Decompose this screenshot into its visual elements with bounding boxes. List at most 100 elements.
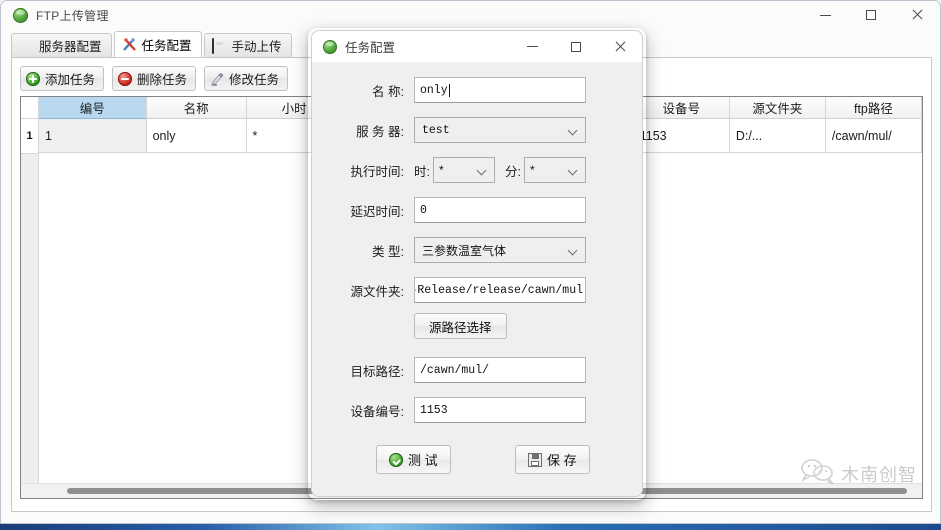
table-cell[interactable]: /cawn/mul/ bbox=[825, 119, 922, 153]
minimize-icon bbox=[819, 14, 831, 16]
delete-circle-icon bbox=[118, 71, 133, 86]
target-input[interactable]: /cawn/mul/ bbox=[414, 357, 586, 383]
device-label: 设备编号: bbox=[350, 404, 404, 419]
table-row-headers: 1 bbox=[21, 119, 39, 483]
browse-source-button[interactable]: 源路径选择 bbox=[414, 313, 507, 339]
add-circle-icon bbox=[26, 71, 40, 86]
field-row-name: 名 称: only bbox=[312, 76, 642, 104]
delete-task-label: 删除任务 bbox=[137, 73, 188, 87]
test-button-label: 测 试 bbox=[408, 453, 438, 468]
device-input-value: 1153 bbox=[420, 403, 448, 417]
dialog-minimize-button[interactable] bbox=[510, 31, 554, 62]
dialog-window-controls bbox=[510, 31, 642, 62]
edit-task-button[interactable]: 修改任务 bbox=[204, 66, 289, 91]
chevron-down-icon bbox=[569, 127, 577, 135]
table-cell[interactable]: D:/... bbox=[729, 119, 826, 153]
table-header-cell[interactable]: 名称 bbox=[146, 97, 247, 119]
target-input-value: /cawn/mul/ bbox=[420, 363, 490, 377]
maximize-icon bbox=[866, 10, 876, 20]
tab-label: 服务器配置 bbox=[39, 40, 102, 54]
field-row-target: 目标路径: /cawn/mul/ bbox=[312, 356, 642, 384]
maximize-button[interactable] bbox=[848, 1, 894, 29]
minute-label: 分: bbox=[504, 164, 521, 179]
dialog-titlebar: 任务配置 bbox=[312, 31, 642, 62]
table-cell[interactable]: only bbox=[146, 119, 247, 153]
table-cell[interactable]: 1 bbox=[39, 119, 147, 153]
field-row-browse: 源路径选择 bbox=[312, 312, 642, 340]
table-header-cell[interactable]: ftp路径 bbox=[825, 97, 922, 119]
tab-label: 手动上传 bbox=[231, 40, 282, 54]
chevron-down-icon bbox=[569, 247, 577, 255]
delay-input-value: 0 bbox=[420, 203, 427, 217]
minute-select[interactable]: * bbox=[523, 157, 586, 183]
table-header-cell[interactable]: 设备号 bbox=[633, 97, 730, 119]
server-select[interactable]: test bbox=[414, 117, 586, 143]
window-controls bbox=[802, 1, 940, 29]
tab-manual-upload[interactable]: 手动上传 bbox=[203, 33, 292, 57]
chevron-down-icon bbox=[569, 167, 577, 175]
browse-source-label: 源路径选择 bbox=[429, 320, 492, 335]
dialog-maximize-button[interactable] bbox=[554, 31, 598, 62]
save-button-label: 保 存 bbox=[547, 453, 577, 468]
table-header-cell[interactable]: 源文件夹 bbox=[729, 97, 826, 119]
minute-select-value: * bbox=[529, 163, 535, 177]
table-row-header[interactable]: 1 bbox=[21, 119, 38, 154]
delay-input[interactable]: 0 bbox=[414, 197, 586, 223]
target-label: 目标路径: bbox=[350, 364, 404, 379]
tab-server-config[interactable]: 服务器配置 bbox=[11, 33, 112, 57]
globe-icon bbox=[323, 39, 337, 54]
field-row-server: 服 务 器: test bbox=[312, 116, 642, 144]
toolbar: 添加任务 删除任务 修改任务 bbox=[20, 66, 289, 91]
name-input-value: only bbox=[420, 83, 448, 97]
type-select-value: 三参数温室气体 bbox=[422, 243, 507, 258]
minimize-button[interactable] bbox=[802, 1, 848, 29]
field-row-type: 类 型: 三参数温室气体 bbox=[312, 236, 642, 264]
table-cell[interactable]: 1153 bbox=[633, 119, 730, 153]
check-circle-icon bbox=[389, 452, 403, 467]
hour-label: 时: bbox=[414, 164, 430, 179]
delay-label: 延迟时间: bbox=[350, 204, 404, 219]
text-caret bbox=[448, 83, 450, 97]
close-icon bbox=[614, 41, 626, 53]
source-input[interactable]: bit-Release/release/cawn/mul bbox=[414, 277, 586, 303]
type-select[interactable]: 三参数温室气体 bbox=[414, 237, 586, 263]
edit-pencil-icon bbox=[210, 72, 224, 86]
device-input[interactable]: 1153 bbox=[414, 397, 586, 423]
source-label: 源文件夹: bbox=[350, 284, 404, 299]
window-title: FTP上传管理 bbox=[36, 8, 109, 23]
field-row-delay: 延迟时间: 0 bbox=[312, 196, 642, 224]
task-config-dialog: 任务配置 名 称: only 服 务 器: test 执行时间: 时: * 分:… bbox=[311, 30, 643, 497]
hour-select[interactable]: * bbox=[432, 157, 495, 183]
field-row-source: 源文件夹: bit-Release/release/cawn/mul bbox=[312, 276, 642, 304]
save-button[interactable]: 保 存 bbox=[515, 445, 590, 474]
field-row-exec-time: 执行时间: 时: * 分: * bbox=[312, 156, 642, 184]
hour-select-value: * bbox=[438, 163, 444, 177]
edit-task-label: 修改任务 bbox=[229, 73, 280, 87]
table-header-cell[interactable]: 编号 bbox=[39, 97, 147, 119]
floppy-disk-icon bbox=[528, 452, 542, 467]
close-button[interactable] bbox=[894, 1, 940, 29]
shield-icon bbox=[19, 39, 34, 53]
exec-time-label: 执行时间: bbox=[350, 164, 404, 179]
server-label: 服 务 器: bbox=[356, 124, 404, 139]
tools-icon bbox=[122, 37, 137, 52]
dialog-body: 名 称: only 服 务 器: test 执行时间: 时: * 分: * 延迟… bbox=[312, 62, 642, 496]
table-corner-cell bbox=[21, 97, 39, 119]
field-row-device: 设备编号: 1153 bbox=[312, 396, 642, 424]
taskbar-sliver bbox=[0, 524, 941, 530]
type-label: 类 型: bbox=[372, 244, 404, 259]
close-icon bbox=[911, 9, 923, 21]
name-label: 名 称: bbox=[372, 84, 404, 99]
add-task-label: 添加任务 bbox=[45, 73, 96, 87]
chevron-down-icon bbox=[478, 167, 486, 175]
test-button[interactable]: 测 试 bbox=[376, 445, 451, 474]
upload-icon bbox=[211, 37, 227, 54]
name-input[interactable]: only bbox=[414, 77, 586, 103]
minimize-icon bbox=[526, 46, 538, 47]
tab-task-config[interactable]: 任务配置 bbox=[113, 31, 202, 57]
add-task-button[interactable]: 添加任务 bbox=[20, 66, 105, 91]
delete-task-button[interactable]: 删除任务 bbox=[112, 66, 197, 91]
dialog-close-button[interactable] bbox=[598, 31, 642, 62]
tab-label: 任务配置 bbox=[141, 39, 192, 53]
dialog-title: 任务配置 bbox=[345, 41, 396, 55]
